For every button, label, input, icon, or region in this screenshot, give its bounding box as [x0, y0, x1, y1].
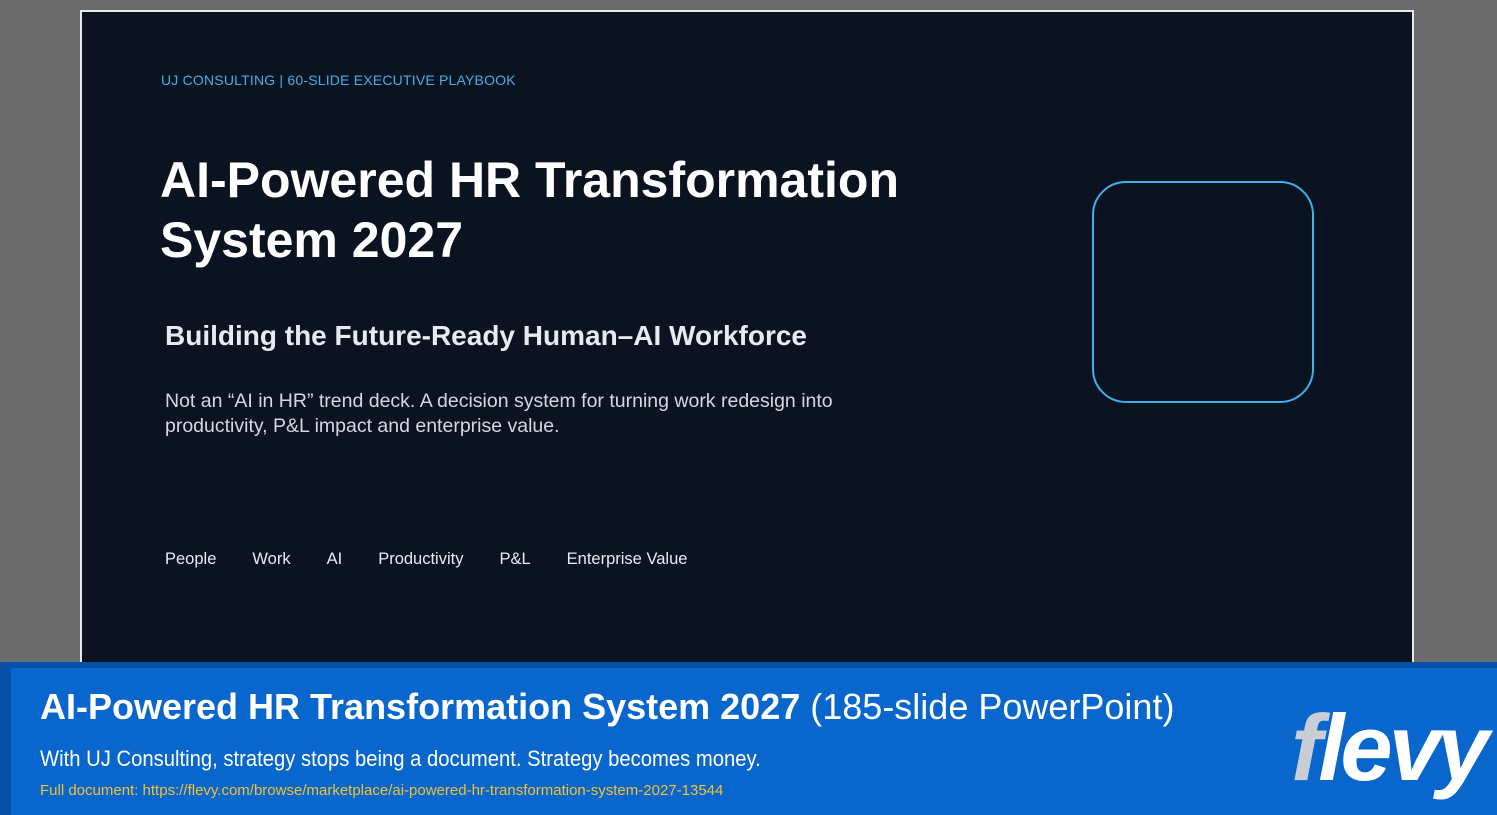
- flevy-logo[interactable]: flevy: [1291, 695, 1489, 800]
- tag-enterprise-value: Enterprise Value: [566, 550, 688, 568]
- slide-eyebrow: UJ CONSULTING | 60-SLIDE EXECUTIVE PLAYB…: [161, 72, 516, 88]
- banner-title-main: AI-Powered HR Transformation System 2027: [40, 686, 801, 727]
- slide-description: Not an “AI in HR” trend deck. A decision…: [165, 390, 833, 437]
- banner-tagline: With UJ Consulting, strategy stops being…: [40, 746, 761, 771]
- tag-productivity: Productivity: [378, 550, 464, 568]
- banner-title-suffix: (185-slide PowerPoint): [810, 686, 1175, 727]
- slide-title: AI-Powered HR Transformation System 2027: [160, 150, 1000, 270]
- slide-title-line-2: System 2027: [160, 212, 464, 268]
- banner-title: AI-Powered HR Transformation System 2027…: [40, 686, 1174, 728]
- image-placeholder-frame: [1092, 181, 1314, 403]
- full-document-link[interactable]: Full document: https://flevy.com/browse/…: [40, 782, 723, 799]
- slide-title-line-1: AI-Powered HR Transformation: [160, 152, 899, 208]
- tag-people: People: [165, 550, 217, 568]
- flevy-logo-f: f: [1291, 695, 1322, 800]
- slide-preview: UJ CONSULTING | 60-SLIDE EXECUTIVE PLAYB…: [80, 10, 1414, 670]
- tag-pl: P&L: [499, 550, 531, 568]
- document-banner: AI-Powered HR Transformation System 2027…: [11, 668, 1497, 815]
- page: UJ CONSULTING | 60-SLIDE EXECUTIVE PLAYB…: [0, 0, 1497, 815]
- slide-tag-list: People Work AI Productivity P&L Enterpri…: [165, 550, 687, 569]
- slide-subtitle: Building the Future-Ready Human–AI Workf…: [165, 320, 807, 351]
- tag-ai: AI: [326, 550, 343, 568]
- flevy-logo-rest: levy: [1318, 695, 1489, 800]
- tag-work: Work: [252, 550, 291, 568]
